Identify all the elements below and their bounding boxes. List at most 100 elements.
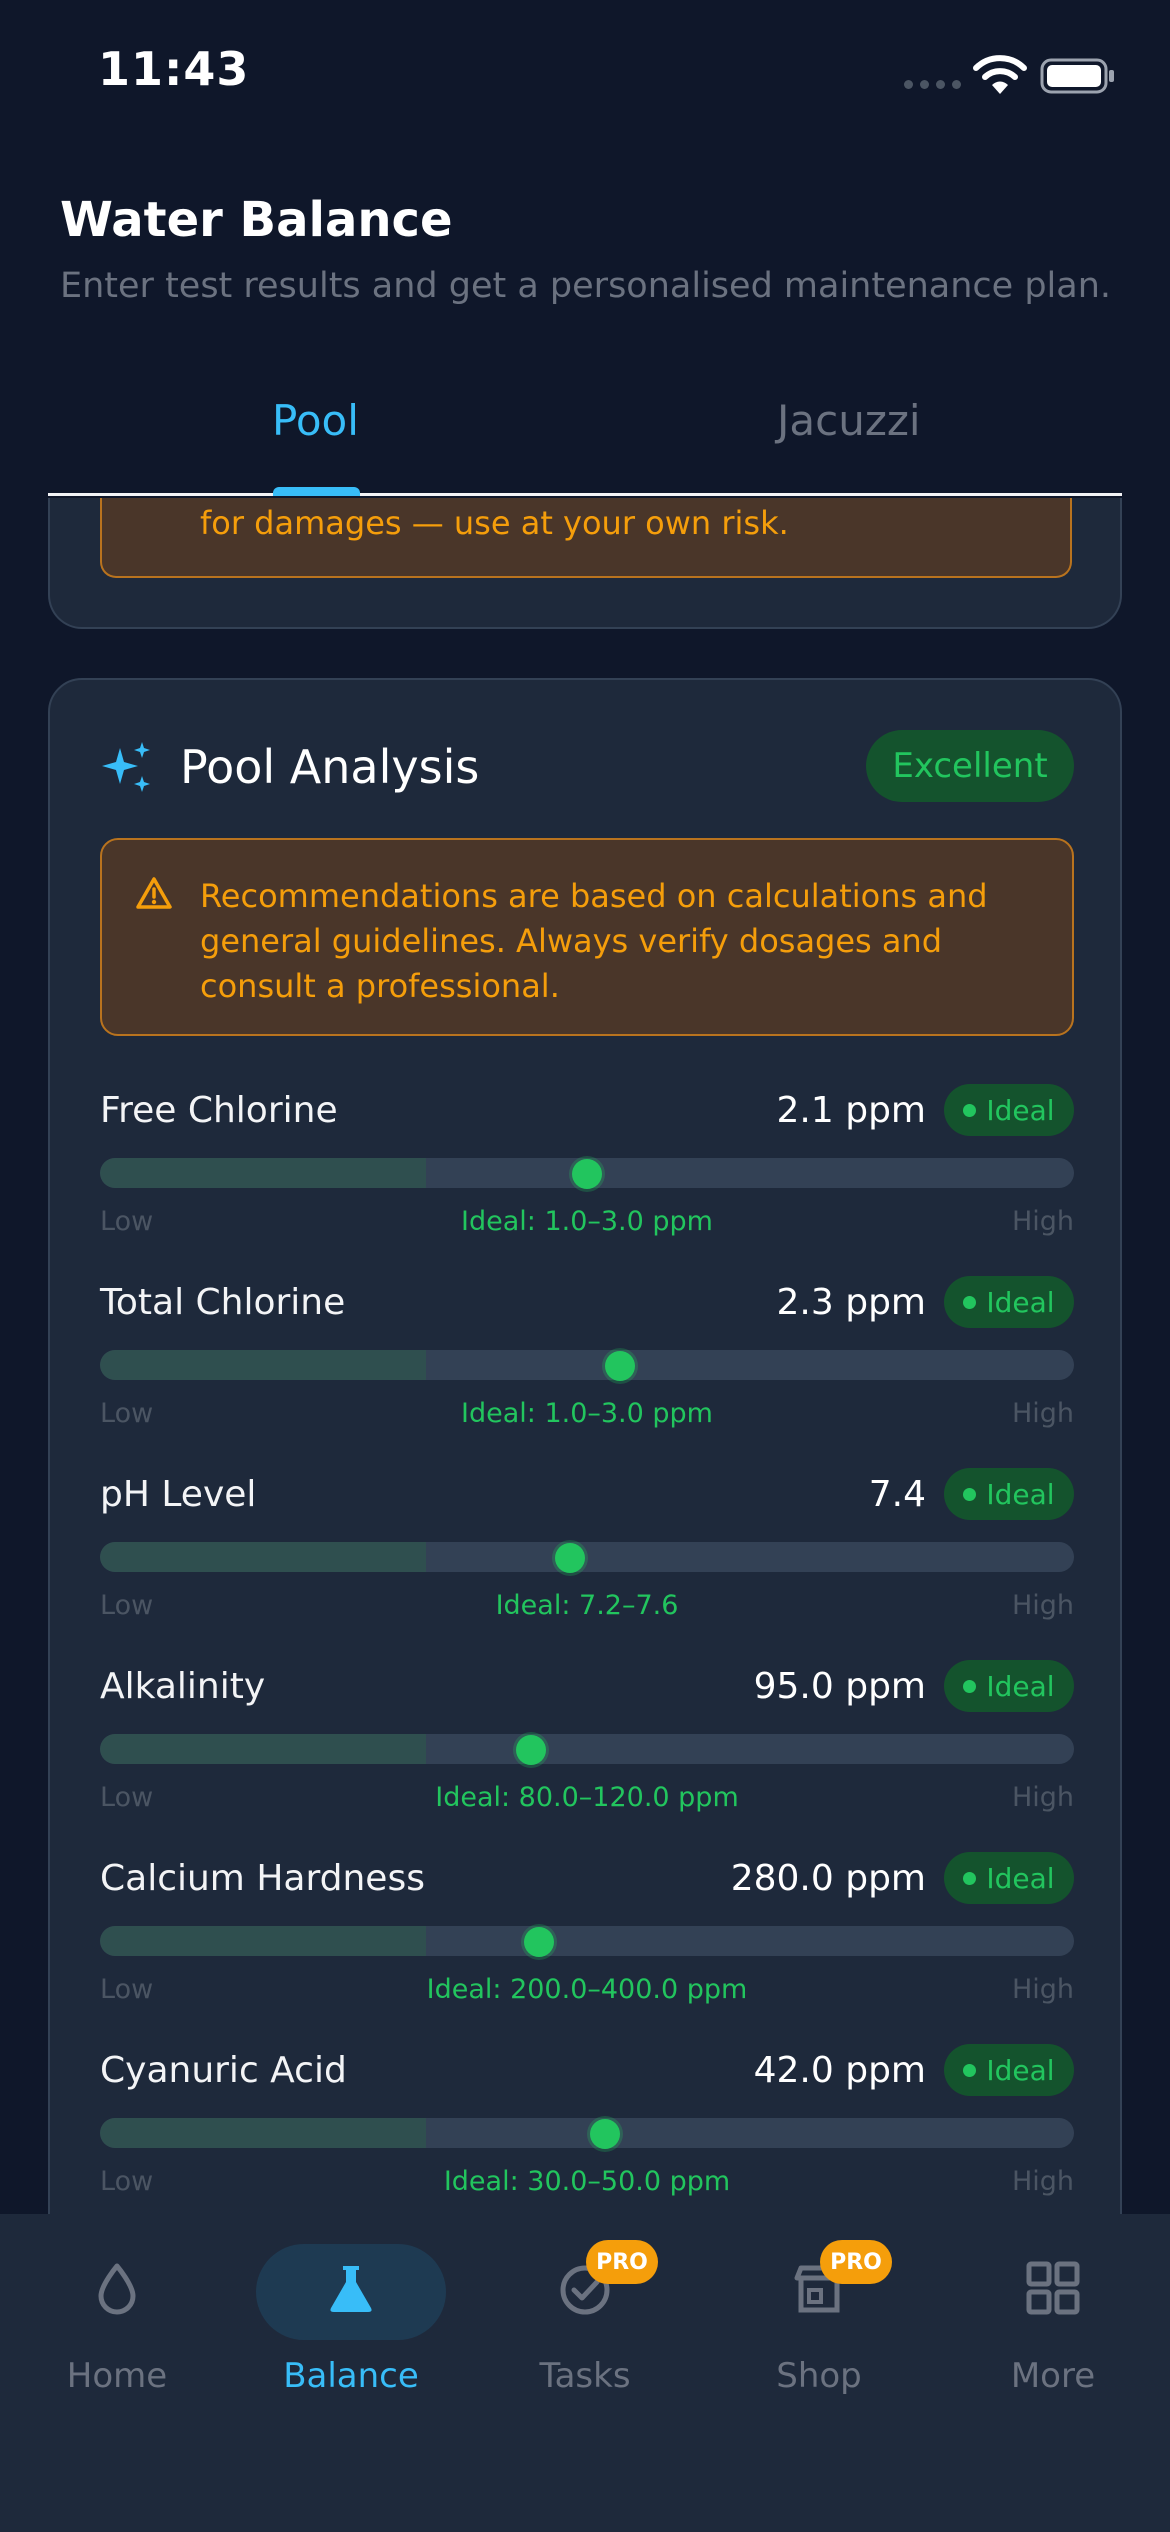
nav-home[interactable]: Home: [0, 2214, 234, 2414]
disclaimer-text: for damages — use at your own risk.: [200, 504, 789, 542]
sparkle-icon: [102, 742, 150, 792]
ideal-badge-label: Ideal: [986, 1285, 1055, 1319]
metric-name: Total Chlorine: [100, 1282, 346, 1323]
status-dot-icon: [963, 1679, 977, 1693]
disclaimer-card: for damages — use at your own risk.: [48, 498, 1122, 629]
nav-shop[interactable]: PRO Shop: [702, 2214, 936, 2414]
bottom-nav: Home Balance PRO Tasks PRO Shop More: [0, 2214, 1170, 2532]
flask-icon: [330, 2266, 372, 2312]
ideal-range-label: Ideal: 200.0–400.0 ppm: [426, 1974, 748, 2005]
nav-tasks-label: Tasks: [539, 2356, 631, 2396]
grid-icon: [1026, 2261, 1080, 2315]
warning-icon: [136, 877, 172, 909]
metric-name: pH Level: [100, 1474, 257, 1515]
ideal-badge: Ideal: [944, 1468, 1074, 1520]
status-dot-icon: [963, 1103, 977, 1117]
range-thumb: [515, 1735, 546, 1765]
ideal-badge: Ideal: [944, 1084, 1074, 1136]
range-track: [100, 2118, 1074, 2148]
metric-value: 7.4: [868, 1474, 926, 1515]
ideal-badge-label: Ideal: [986, 1477, 1055, 1511]
wifi-icon: [973, 55, 1027, 94]
page-title: Water Balance: [60, 192, 453, 248]
range-high-label: High: [1011, 1398, 1074, 1429]
battery-icon: [1040, 58, 1114, 94]
metric-row: pH Level 7.4 Ideal Low Ideal: 7.2–7.6 High: [100, 1468, 1074, 1654]
metric-row: Alkalinity 95.0 ppm Ideal Low Ideal: 80.0–12…: [100, 1660, 1074, 1846]
range-high-label: High: [1011, 1590, 1074, 1621]
drop-icon: [98, 2263, 136, 2315]
status-dot-icon: [963, 1871, 977, 1885]
warning-box: Recommendations are based on calculation…: [100, 838, 1074, 1036]
pro-badge: PRO: [586, 2240, 658, 2284]
nav-more-label: More: [1010, 2356, 1096, 2396]
tab-jacuzzi[interactable]: Jacuzzi: [777, 396, 921, 445]
cellular-signal-icon: [904, 80, 961, 89]
ideal-badge-label: Ideal: [986, 1093, 1055, 1127]
metric-value: 2.1 ppm: [776, 1090, 926, 1131]
status-dot-icon: [963, 2063, 977, 2077]
ideal-badge-label: Ideal: [986, 1669, 1055, 1703]
range-high-label: High: [1011, 1782, 1074, 1813]
range-track-low-zone: [100, 2118, 426, 2148]
analysis-title: Pool Analysis: [180, 740, 480, 794]
pro-badge: PRO: [820, 2240, 892, 2284]
range-high-label: High: [1011, 2166, 1074, 2197]
tab-pool[interactable]: Pool: [272, 396, 359, 445]
range-thumb: [589, 2119, 620, 2149]
ideal-badge-label: Ideal: [986, 2053, 1055, 2087]
status-dot-icon: [963, 1295, 977, 1309]
metric-value: 2.3 ppm: [776, 1282, 926, 1323]
metric-value: 280.0 ppm: [730, 1858, 926, 1899]
ideal-range-label: Ideal: 7.2–7.6: [495, 1590, 679, 1621]
ideal-range-label: Ideal: 1.0–3.0 ppm: [461, 1398, 713, 1429]
range-high-label: High: [1011, 1206, 1074, 1237]
page-subtitle: Enter test results and get a personalise…: [60, 266, 1112, 306]
overall-status-badge: Excellent: [866, 730, 1074, 802]
nav-tasks[interactable]: PRO Tasks: [468, 2214, 702, 2414]
ideal-badge-label: Ideal: [986, 1861, 1055, 1895]
status-time: 11:43: [98, 42, 250, 96]
range-high-label: High: [1011, 1974, 1074, 2005]
metric-row: Cyanuric Acid 42.0 ppm Ideal Low Ideal: 30.0…: [100, 2044, 1074, 2230]
range-track: [100, 1542, 1074, 1572]
metric-value: 42.0 ppm: [753, 2050, 926, 2091]
range-track: [100, 1350, 1074, 1380]
ideal-range-label: Ideal: 80.0–120.0 ppm: [435, 1782, 739, 1813]
range-track-low-zone: [100, 1542, 426, 1572]
ideal-badge: Ideal: [944, 2044, 1074, 2096]
nav-balance[interactable]: Balance: [234, 2214, 468, 2414]
ideal-range-label: Ideal: 1.0–3.0 ppm: [461, 1206, 713, 1237]
nav-shop-label: Shop: [776, 2356, 862, 2396]
pool-analysis-card: Pool Analysis Excellent Recommendations …: [48, 678, 1122, 2278]
metric-name: Calcium Hardness: [100, 1858, 425, 1899]
status-bar: 11:43: [0, 0, 1170, 150]
tab-bar: Pool Jacuzzi: [48, 360, 1122, 496]
ideal-badge: Ideal: [944, 1660, 1074, 1712]
disclaimer-box: for damages — use at your own risk.: [100, 498, 1072, 578]
warning-text: Recommendations are based on calculation…: [200, 877, 988, 1005]
metric-name: Cyanuric Acid: [100, 2050, 347, 2091]
range-track-low-zone: [100, 1158, 426, 1188]
range-track-low-zone: [100, 1350, 426, 1380]
ideal-range-label: Ideal: 30.0–50.0 ppm: [443, 2166, 731, 2197]
tab-active-indicator: [273, 487, 360, 496]
range-track: [100, 1926, 1074, 1956]
metric-row: Calcium Hardness 280.0 ppm Ideal Low Ideal: …: [100, 1852, 1074, 2038]
metric-value: 95.0 ppm: [753, 1666, 926, 1707]
range-thumb: [572, 1159, 602, 1189]
status-dot-icon: [963, 1487, 977, 1501]
range-track-low-zone: [100, 1926, 426, 1956]
metric-name: Free Chlorine: [100, 1090, 338, 1131]
ideal-badge: Ideal: [944, 1852, 1074, 1904]
nav-home-label: Home: [66, 2356, 168, 2396]
range-track: [100, 1734, 1074, 1764]
metric-row: Total Chlorine 2.3 ppm Ideal Low Ideal: 1.0–…: [100, 1276, 1074, 1462]
range-track-low-zone: [100, 1734, 426, 1764]
nav-more[interactable]: More: [936, 2214, 1170, 2414]
ideal-badge: Ideal: [944, 1276, 1074, 1328]
range-thumb: [605, 1351, 636, 1381]
metric-row: Free Chlorine 2.1 ppm Ideal Low Ideal: 1.0–3…: [100, 1084, 1074, 1270]
metric-name: Alkalinity: [100, 1666, 266, 1707]
nav-balance-label: Balance: [283, 2356, 419, 2396]
